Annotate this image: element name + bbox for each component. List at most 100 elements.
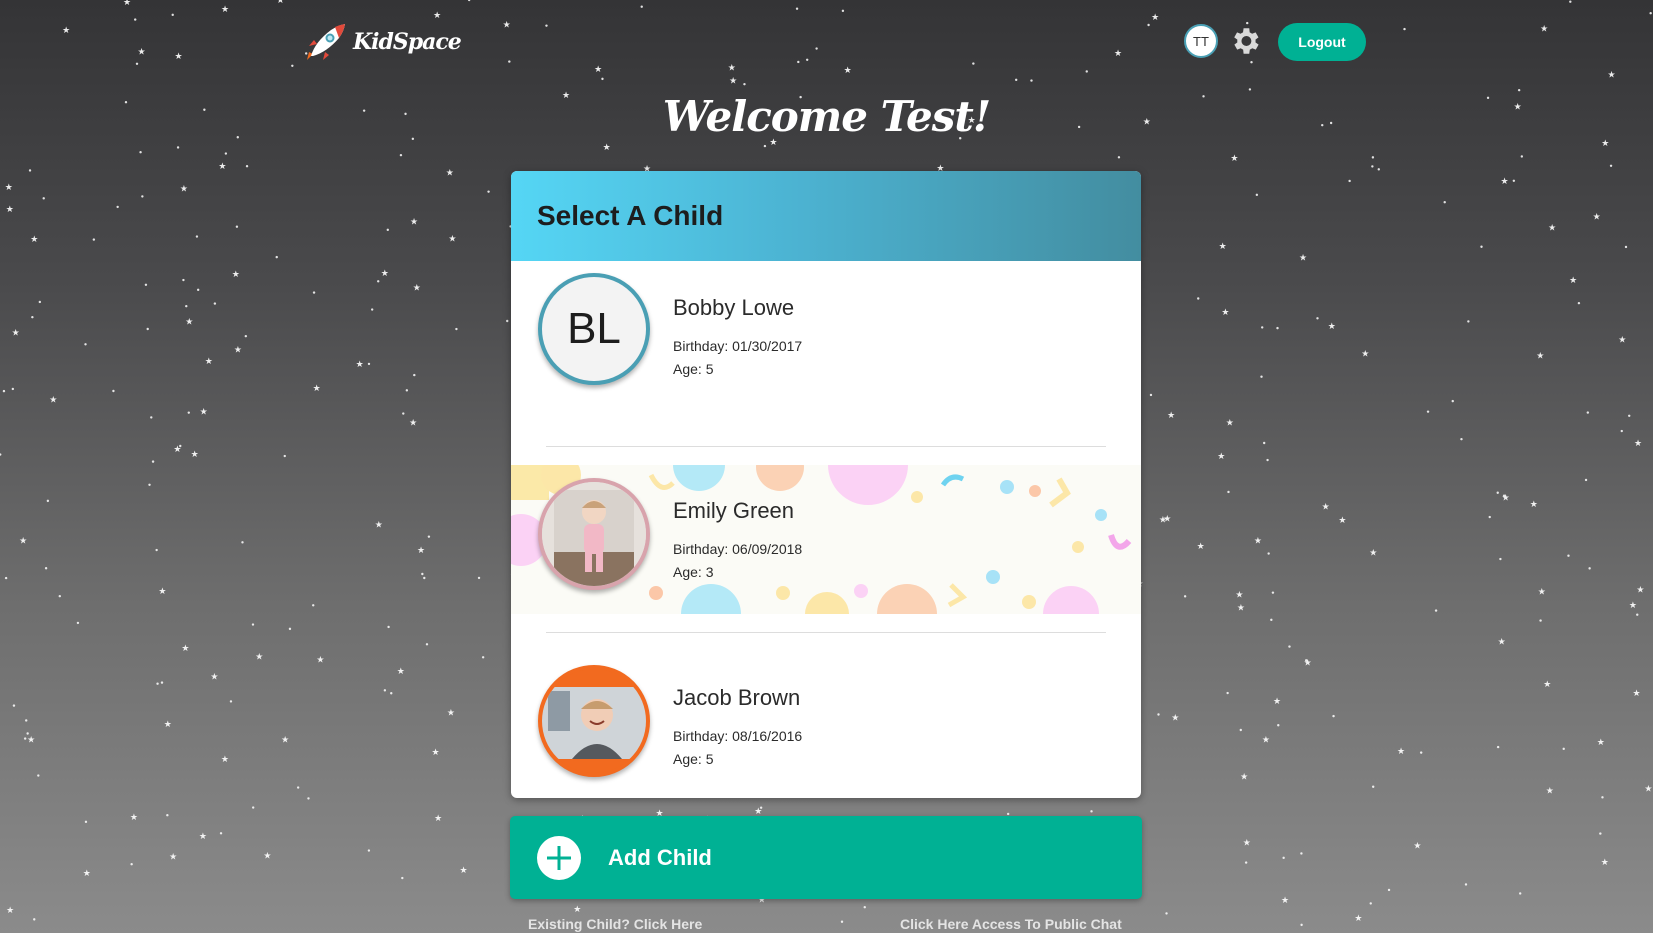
top-navigation: KidSpace TT Logout	[0, 0, 1653, 86]
child-initials: BL	[567, 304, 621, 353]
svg-text:★: ★	[5, 183, 13, 193]
svg-text:★: ★	[1618, 336, 1626, 346]
svg-text:★: ★	[431, 748, 439, 758]
logout-button[interactable]: Logout	[1278, 23, 1366, 61]
svg-text:★: ★	[232, 270, 240, 280]
svg-text:★: ★	[1167, 411, 1175, 421]
svg-text:★: ★	[83, 869, 91, 879]
svg-text:★: ★	[130, 813, 138, 823]
svg-text:★: ★	[603, 143, 611, 153]
child-age: Age: 3	[673, 564, 714, 580]
child-name: Emily Green	[673, 498, 795, 523]
svg-text:★: ★	[12, 329, 20, 339]
svg-text:★: ★	[1548, 223, 1556, 233]
child-info: Emily Green Birthday: 06/09/2018 Age: 3	[673, 498, 802, 584]
svg-text:★: ★	[6, 906, 14, 916]
brand-name: KidSpace	[353, 29, 462, 55]
svg-text:★: ★	[1237, 603, 1245, 613]
svg-text:★: ★	[1197, 542, 1205, 552]
svg-text:★: ★	[1501, 177, 1509, 187]
child-age: Age: 5	[673, 361, 714, 377]
svg-text:★: ★	[410, 217, 418, 227]
svg-text:★: ★	[446, 168, 454, 178]
add-child-label: Add Child	[608, 844, 712, 870]
child-row-bobby[interactable]: BL Bobby Lowe Birthday: 01/30/2017 Age: …	[511, 261, 1141, 447]
svg-text:★: ★	[1262, 736, 1270, 746]
child-info: Bobby Lowe Birthday: 01/30/2017 Age: 5	[673, 295, 802, 381]
select-child-card: Select A Child BL Bobby Lowe Birthday: 0…	[511, 171, 1141, 798]
rocket-icon	[307, 24, 345, 60]
svg-text:★: ★	[6, 205, 14, 215]
svg-text:★: ★	[460, 866, 468, 876]
svg-text:★: ★	[191, 450, 199, 460]
svg-text:★: ★	[185, 317, 193, 327]
svg-text:★: ★	[1235, 590, 1243, 600]
svg-text:★: ★	[49, 395, 57, 405]
svg-text:★: ★	[356, 360, 364, 370]
child-name: Bobby Lowe	[673, 295, 795, 320]
svg-text:★: ★	[434, 814, 442, 824]
svg-text:★: ★	[448, 235, 456, 245]
child-avatar: BL	[538, 273, 650, 385]
card-title: Select A Child	[537, 200, 724, 231]
svg-text:★: ★	[1498, 638, 1506, 648]
svg-text:★: ★	[158, 587, 166, 597]
svg-text:★: ★	[1502, 494, 1510, 504]
brand-logo[interactable]: KidSpace	[305, 22, 462, 62]
svg-text:★: ★	[1634, 439, 1642, 449]
svg-text:★: ★	[1538, 588, 1546, 598]
svg-text:★: ★	[19, 537, 27, 547]
svg-text:★: ★	[375, 521, 383, 531]
svg-text:★: ★	[1219, 242, 1227, 252]
svg-text:★: ★	[1159, 515, 1167, 525]
svg-text:★: ★	[381, 269, 389, 279]
svg-text:★: ★	[1221, 308, 1229, 318]
svg-text:★: ★	[1328, 322, 1336, 332]
child-photo	[538, 665, 650, 777]
user-avatar[interactable]: TT	[1184, 24, 1218, 58]
svg-text:★: ★	[1304, 658, 1312, 668]
svg-text:★: ★	[409, 418, 417, 428]
card-header: Select A Child	[511, 171, 1141, 261]
existing-child-link[interactable]: Existing Child? Click Here	[528, 916, 702, 932]
child-portrait-image	[542, 669, 646, 773]
svg-text:★: ★	[417, 546, 425, 556]
svg-text:★: ★	[200, 407, 208, 417]
svg-text:★: ★	[27, 736, 35, 746]
svg-text:★: ★	[1281, 896, 1289, 906]
welcome-heading: Welcome Test!	[662, 92, 991, 141]
gear-icon[interactable]	[1228, 24, 1262, 58]
svg-text:★: ★	[313, 384, 321, 394]
svg-text:★: ★	[1597, 738, 1605, 748]
svg-text:★: ★	[199, 832, 207, 842]
child-row-emily[interactable]: Emily Green Birthday: 06/09/2018 Age: 3	[511, 447, 1141, 633]
svg-text:★: ★	[210, 673, 218, 683]
svg-text:★: ★	[205, 357, 213, 367]
svg-text:★: ★	[573, 905, 581, 915]
svg-text:★: ★	[1601, 858, 1609, 868]
child-birthday: Birthday: 08/16/2016	[673, 728, 803, 744]
svg-text:★: ★	[1254, 537, 1262, 547]
svg-text:★: ★	[218, 162, 226, 172]
svg-text:★: ★	[1629, 601, 1637, 611]
svg-text:★: ★	[1546, 786, 1554, 796]
svg-text:★: ★	[1536, 351, 1544, 361]
svg-text:★: ★	[1322, 502, 1330, 512]
svg-text:★: ★	[1240, 772, 1248, 782]
child-row-jacob[interactable]: Jacob Brown Birthday: 08/16/2016 Age: 5	[511, 633, 1141, 798]
svg-text:★: ★	[263, 852, 271, 862]
svg-text:★: ★	[1543, 680, 1551, 690]
svg-text:★: ★	[1632, 689, 1640, 699]
svg-text:★: ★	[447, 708, 455, 718]
public-chat-link[interactable]: Click Here Access To Public Chat	[900, 916, 1122, 932]
add-child-button[interactable]: Add Child	[510, 816, 1142, 899]
svg-text:★: ★	[413, 284, 421, 294]
svg-text:★: ★	[1171, 713, 1179, 723]
svg-text:★: ★	[1413, 841, 1421, 851]
svg-text:★: ★	[180, 185, 188, 195]
svg-text:★: ★	[281, 736, 289, 746]
svg-text:★: ★	[1243, 839, 1251, 849]
svg-text:★: ★	[169, 852, 177, 862]
child-birthday: Birthday: 01/30/2017	[673, 338, 803, 354]
svg-text:★: ★	[1636, 586, 1644, 596]
